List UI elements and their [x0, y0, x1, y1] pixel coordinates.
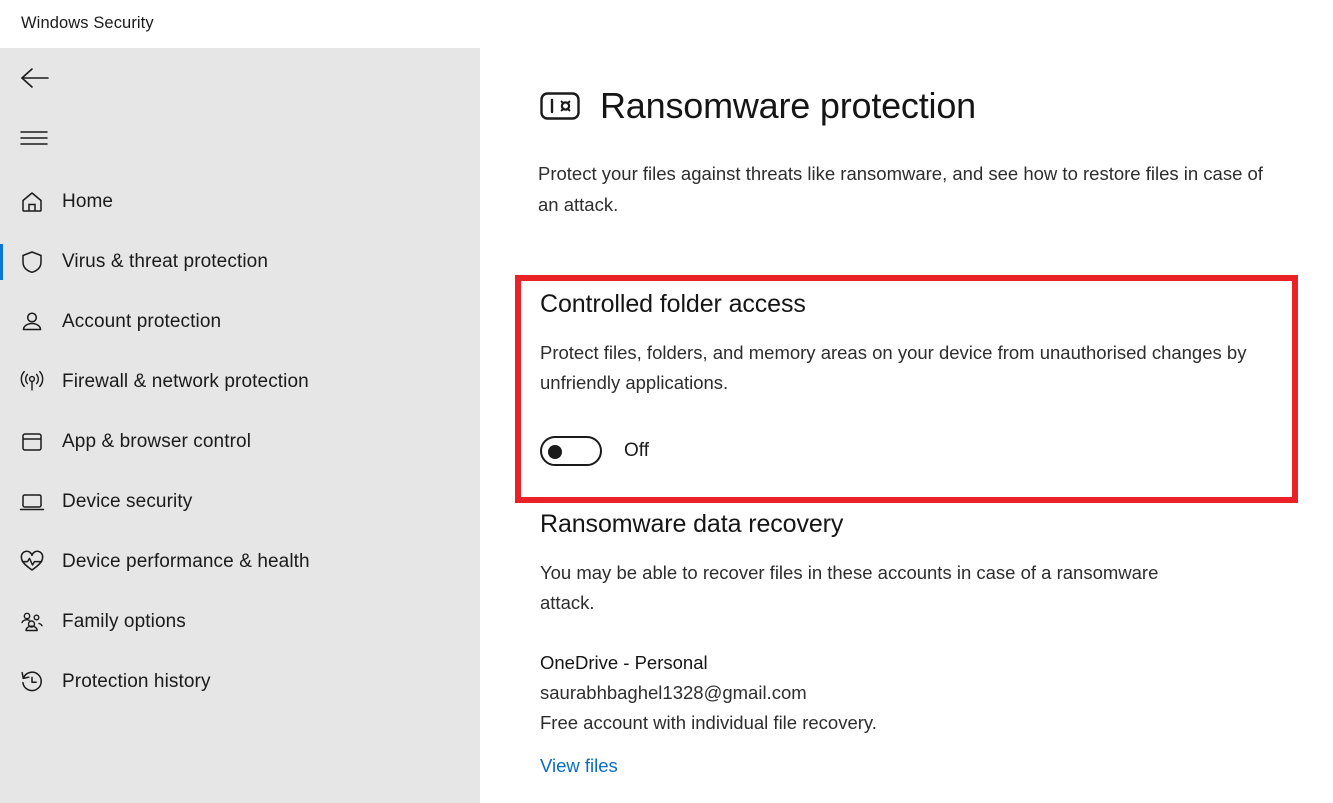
- account-email: saurabhbaghel1328@gmail.com: [540, 682, 807, 703]
- sidebar-item-app-browser-control[interactable]: App & browser control: [0, 412, 480, 472]
- page-title: Ransomware protection: [600, 85, 976, 126]
- toggle-state-label: Off: [624, 440, 649, 461]
- toggle-knob: [548, 445, 562, 459]
- sidebar-item-label: Family options: [62, 611, 186, 632]
- sidebar-item-label: Device security: [62, 491, 193, 512]
- sidebar-item-account-protection[interactable]: Account protection: [0, 292, 480, 352]
- sidebar-item-virus-threat-protection[interactable]: Virus & threat protection: [0, 232, 480, 292]
- account-name: OneDrive - Personal: [540, 652, 708, 673]
- selection-accent-bar: [0, 544, 3, 580]
- sidebar-item-firewall-network-protection[interactable]: Firewall & network protection: [0, 352, 480, 412]
- page-header: Ransomware protection: [538, 84, 976, 128]
- sidebar: Home Virus & threat protection Account p…: [0, 48, 480, 803]
- view-files-link[interactable]: View files: [540, 755, 618, 777]
- hamburger-icon: [20, 131, 48, 145]
- ransomware-shield-icon: [538, 84, 582, 128]
- browser-window-icon: [16, 426, 48, 458]
- sidebar-item-label: Firewall & network protection: [62, 371, 309, 392]
- controlled-folder-access-toggle[interactable]: [540, 436, 602, 466]
- sidebar-item-label: Home: [62, 191, 114, 212]
- selection-accent-bar: [0, 604, 3, 640]
- selection-accent-bar: [0, 184, 3, 220]
- main-content: Ransomware protection Protect your files…: [480, 48, 1333, 803]
- home-icon: [16, 186, 48, 218]
- sidebar-item-family-options[interactable]: Family options: [0, 592, 480, 652]
- back-arrow-icon: [21, 68, 49, 88]
- selection-accent-bar: [0, 484, 3, 520]
- sidebar-item-label: App & browser control: [62, 431, 252, 452]
- page-description: Protect your files against threats like …: [538, 163, 1263, 215]
- data-recovery-title: Ransomware data recovery: [540, 510, 844, 538]
- selection-accent-bar: [0, 304, 3, 340]
- hamburger-menu-button[interactable]: [10, 118, 58, 158]
- account-note: Free account with individual file recove…: [540, 712, 877, 733]
- controlled-folder-access-toggle-row: Off: [540, 436, 649, 466]
- sidebar-item-label: Virus & threat protection: [62, 251, 268, 272]
- controlled-folder-access-description: Protect files, folders, and memory areas…: [540, 342, 1247, 393]
- sidebar-item-label: Protection history: [62, 671, 211, 692]
- sidebar-item-label: Device performance & health: [62, 551, 310, 572]
- selection-accent-bar: [0, 364, 3, 400]
- sidebar-item-home[interactable]: Home: [0, 172, 480, 232]
- title-bar: Windows Security: [0, 0, 1333, 48]
- clock-history-icon: [16, 666, 48, 698]
- onedrive-account-block: OneDrive - Personal saurabhbaghel1328@gm…: [540, 648, 1240, 738]
- sidebar-item-device-security[interactable]: Device security: [0, 472, 480, 532]
- selection-accent-bar: [0, 244, 3, 280]
- person-icon: [16, 306, 48, 338]
- selection-accent-bar: [0, 424, 3, 460]
- app-title: Windows Security: [21, 14, 154, 32]
- laptop-icon: [16, 486, 48, 518]
- selection-accent-bar: [0, 664, 3, 700]
- sidebar-item-device-performance-health[interactable]: Device performance & health: [0, 532, 480, 592]
- shield-icon: [16, 246, 48, 278]
- back-button[interactable]: [10, 58, 58, 98]
- data-recovery-description: You may be able to recover files in thes…: [540, 562, 1159, 613]
- sidebar-item-label: Account protection: [62, 311, 222, 332]
- sidebar-item-protection-history[interactable]: Protection history: [0, 652, 480, 712]
- sidebar-nav-list: Home Virus & threat protection Account p…: [0, 172, 480, 712]
- people-group-icon: [16, 606, 48, 638]
- wifi-signal-icon: [16, 366, 48, 398]
- windows-security-app: Windows Security Home Virus & threat pro…: [0, 0, 1333, 803]
- heart-pulse-icon: [16, 546, 48, 578]
- controlled-folder-access-title: Controlled folder access: [540, 290, 806, 318]
